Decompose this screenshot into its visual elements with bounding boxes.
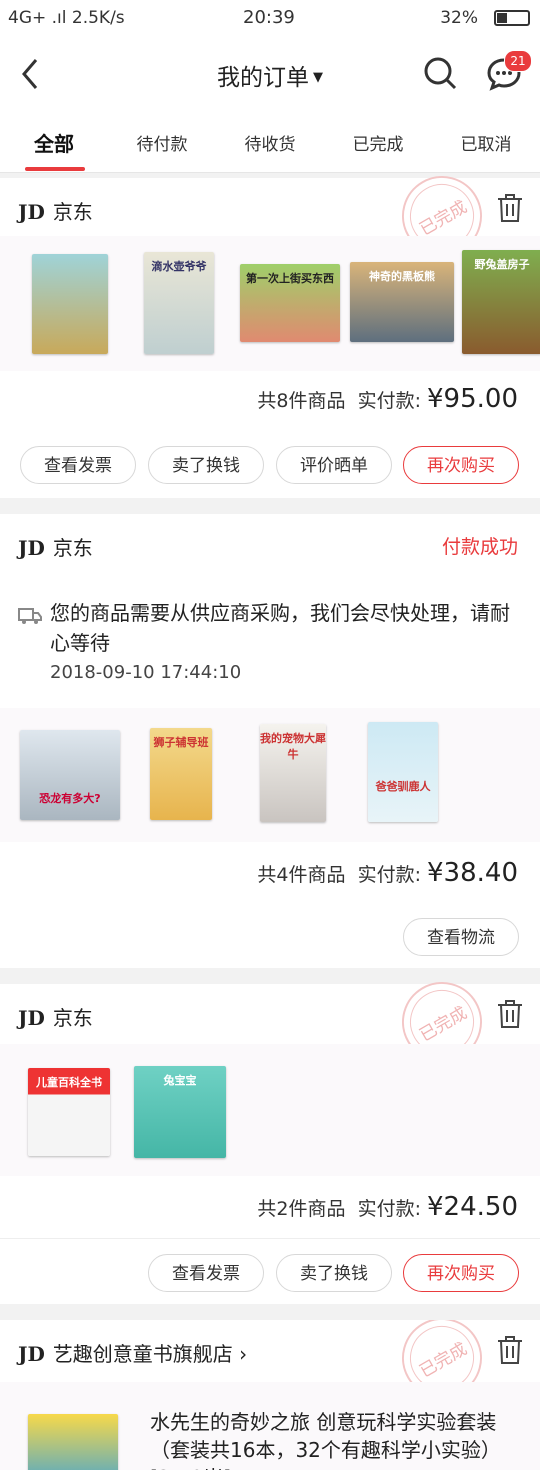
network-status: 4G+ .ıl 2.5K/s bbox=[8, 8, 125, 28]
view-invoice-button[interactable]: 查看发票 bbox=[148, 1254, 264, 1292]
order-price: ¥95.00 bbox=[427, 384, 518, 414]
product-images[interactable]: 滴水壶爷爷 第一次上街买东西 神奇的黑板熊 野兔盖房子 bbox=[0, 236, 540, 371]
order-status: 付款成功 bbox=[441, 536, 518, 558]
order-summary: 共8件商品 实付款: ¥95.00 bbox=[257, 384, 518, 414]
search-icon[interactable] bbox=[423, 56, 459, 92]
product-images[interactable]: 恐龙有多大? 狮子辅导班 我的宠物大犀牛 爸爸驯鹿人 bbox=[0, 708, 540, 842]
tab-pending-payment[interactable]: 待付款 bbox=[108, 130, 216, 155]
book-cover: 爸爸驯鹿人 bbox=[368, 722, 438, 822]
order-card[interactable]: JD 京东 已完成 儿童百科全书 兔宝宝 共2件商品 实付款: ¥24.50 查看发… bbox=[0, 967, 540, 1304]
tab-active-indicator bbox=[25, 167, 85, 171]
view-invoice-button[interactable]: 查看发票 bbox=[20, 446, 136, 484]
trash-icon[interactable] bbox=[496, 193, 524, 223]
chevron-down-icon: ▼ bbox=[313, 70, 323, 85]
battery-icon bbox=[494, 10, 530, 26]
book-cover: 野兔盖房子 bbox=[462, 250, 540, 354]
tab-pending-receipt[interactable]: 待收货 bbox=[216, 130, 324, 155]
sell-button[interactable]: 卖了换钱 bbox=[148, 446, 264, 484]
jd-logo: JD bbox=[18, 1342, 45, 1366]
view-logistics-button[interactable]: 查看物流 bbox=[403, 918, 519, 956]
trash-icon[interactable] bbox=[496, 1335, 524, 1365]
book-cover: 儿童百科全书 bbox=[28, 1068, 110, 1156]
status-bar: 4G+ .ıl 2.5K/s 20:39 32% bbox=[0, 0, 540, 36]
buy-again-button[interactable]: 再次购买 bbox=[403, 1254, 519, 1292]
book-cover: 滴水壶爷爷 bbox=[144, 252, 214, 354]
order-tabs: 全部 待付款 待收货 已完成 已取消 bbox=[0, 110, 540, 173]
trash-icon[interactable] bbox=[496, 999, 524, 1029]
order-card[interactable]: JD 艺趣创意童书旗舰店 › 已完成 水先生的奇妙之旅 创意玩科学实验套装（套装共… bbox=[0, 1320, 540, 1470]
truck-icon bbox=[18, 608, 42, 624]
buy-again-button[interactable]: 再次购买 bbox=[403, 446, 519, 484]
clock: 20:39 bbox=[243, 7, 295, 28]
order-card[interactable]: JD 京东 已完成 滴水壶爷爷 第一次上街买东西 神奇的黑板熊 野兔盖房子 共8件… bbox=[0, 161, 540, 498]
order-summary: 共2件商品 实付款: ¥24.50 bbox=[257, 1192, 518, 1222]
book-cover bbox=[28, 1414, 118, 1470]
message-badge: 21 bbox=[504, 50, 532, 72]
jd-logo: JD bbox=[18, 200, 45, 224]
book-cover: 兔宝宝 bbox=[134, 1066, 226, 1158]
book-cover: 恐龙有多大? bbox=[20, 730, 120, 820]
book-cover bbox=[32, 254, 108, 354]
battery-percent: 32% bbox=[440, 8, 478, 28]
tab-completed[interactable]: 已完成 bbox=[324, 130, 432, 155]
shop-name[interactable]: JD 艺趣创意童书旗舰店 › bbox=[18, 1338, 247, 1367]
book-cover: 神奇的黑板熊 bbox=[350, 262, 454, 342]
review-button[interactable]: 评价晒单 bbox=[276, 446, 392, 484]
shop-name[interactable]: JD 京东 bbox=[18, 1002, 93, 1031]
product-images[interactable]: 儿童百科全书 兔宝宝 bbox=[0, 1044, 540, 1176]
order-summary: 共4件商品 实付款: ¥38.40 bbox=[257, 858, 518, 888]
book-cover: 第一次上街买东西 bbox=[240, 264, 340, 342]
shop-name[interactable]: JD 京东 bbox=[18, 196, 93, 225]
sell-button[interactable]: 卖了换钱 bbox=[276, 1254, 392, 1292]
order-price: ¥24.50 bbox=[427, 1192, 518, 1222]
shop-name[interactable]: JD 京东 bbox=[18, 532, 93, 561]
tab-cancelled[interactable]: 已取消 bbox=[432, 130, 540, 155]
order-price: ¥38.40 bbox=[427, 858, 518, 888]
nav-bar: 我的订单 ▼ 21 bbox=[0, 36, 540, 110]
page-title[interactable]: 我的订单 ▼ bbox=[0, 58, 540, 92]
jd-logo: JD bbox=[18, 536, 45, 560]
tab-all[interactable]: 全部 bbox=[0, 128, 108, 157]
order-notice[interactable]: 您的商品需要从供应商采购，我们会尽快处理，请耐心等待 bbox=[50, 598, 510, 658]
product-images[interactable]: 水先生的奇妙之旅 创意玩科学实验套装（套装共16本，32个有趣科学小实验）[3-… bbox=[0, 1382, 540, 1470]
book-cover: 我的宠物大犀牛 bbox=[260, 724, 326, 822]
product-title[interactable]: 水先生的奇妙之旅 创意玩科学实验套装（套装共16本，32个有趣科学小实验）[3-… bbox=[150, 1408, 510, 1470]
order-card[interactable]: JD 京东 付款成功 您的商品需要从供应商采购，我们会尽快处理，请耐心等待 201… bbox=[0, 514, 540, 968]
divider bbox=[0, 1238, 540, 1239]
jd-logo: JD bbox=[18, 1006, 45, 1030]
book-cover: 狮子辅导班 bbox=[150, 728, 212, 820]
notice-time: 2018-09-10 17:44:10 bbox=[50, 662, 242, 683]
